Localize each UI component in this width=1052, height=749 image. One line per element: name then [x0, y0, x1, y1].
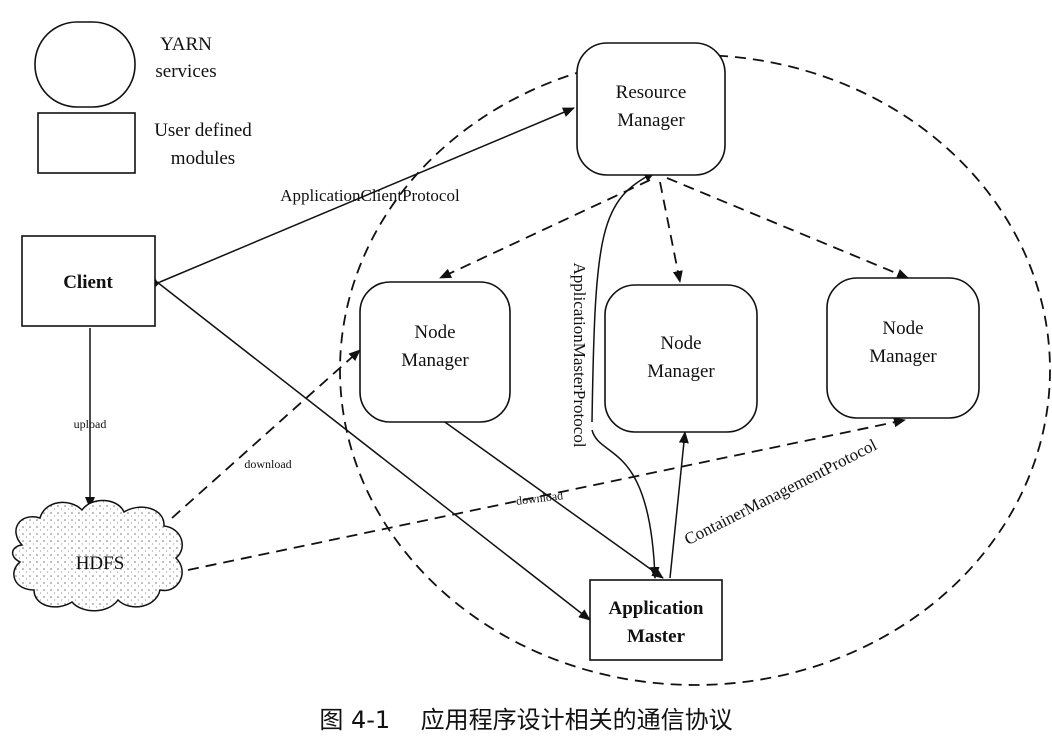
yarn-protocol-diagram: YARN services User defined modules Resou…	[11, 21, 1051, 734]
edge-application-master-to-node-manager-middle	[669, 431, 689, 579]
node-manager-left-label-line1: Node	[414, 322, 455, 343]
container-management-protocol-label: ContainerManagementProtocol	[681, 435, 880, 549]
node-manager-right-label-line1: Node	[882, 318, 923, 339]
node-manager-middle-label-line1: Node	[660, 333, 701, 354]
node-manager-middle-label-line2: Manager	[647, 361, 715, 382]
legend-user-module-shape	[37, 112, 136, 174]
client-label: Client	[63, 272, 113, 293]
legend-yarn-services-shape	[34, 21, 136, 108]
resource-manager-node	[576, 42, 726, 176]
application-master-protocol-label: ApplicationMasterProtocol	[570, 262, 589, 447]
figure-caption: 图 4-1 应用程序设计相关的通信协议	[319, 706, 732, 734]
resource-manager-label-line2: Manager	[617, 110, 685, 131]
legend-modules-label: modules	[171, 148, 235, 169]
hdfs-label: HDFS	[76, 553, 125, 574]
legend-user-defined-label: User defined	[154, 120, 252, 141]
download-am-label: download	[515, 488, 564, 508]
node-manager-middle	[604, 284, 758, 433]
edge-resource-manager-to-node-manager-right	[666, 177, 909, 279]
resource-manager-label-line1: Resource	[616, 82, 687, 103]
application-master-label-line2: Master	[627, 626, 686, 647]
upload-label: upload	[74, 417, 107, 431]
node-manager-right-label-line2: Manager	[869, 346, 937, 367]
legend-services-label: services	[155, 61, 216, 82]
application-client-protocol-label: ApplicationClientProtocol	[280, 186, 460, 205]
legend-yarn-label: YARN	[160, 34, 212, 55]
edge-resource-manager-to-node-manager-middle	[659, 181, 683, 283]
edge-resource-manager-to-node-manager-left	[439, 179, 651, 279]
node-manager-left-label-line2: Manager	[401, 350, 469, 371]
edge-application-master-from-protocol	[591, 429, 660, 579]
edge-hdfs-download-to-node-manager-left	[171, 349, 361, 519]
application-master-label-line1: Application	[608, 598, 703, 619]
application-master-node	[589, 579, 723, 661]
download-hdfs-label: download	[244, 457, 291, 471]
